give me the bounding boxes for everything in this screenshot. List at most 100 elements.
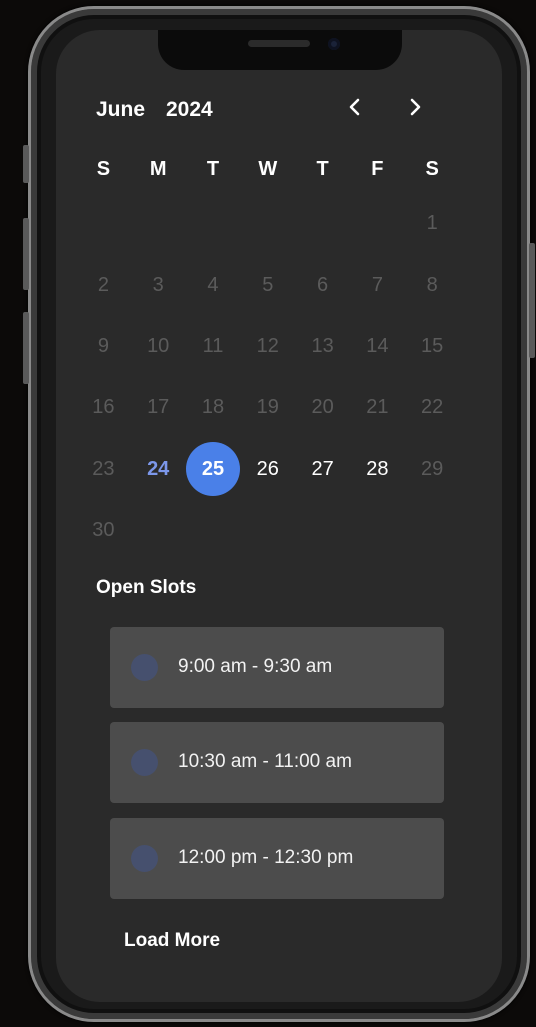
calendar-day: 5 bbox=[240, 254, 295, 315]
calendar-day: 21 bbox=[350, 377, 405, 438]
calendar-day-label: 17 bbox=[147, 396, 170, 419]
chevron-right-icon bbox=[410, 98, 421, 116]
weekday-label: T bbox=[316, 158, 329, 180]
volume-up-button bbox=[23, 218, 29, 290]
calendar-day-label: 23 bbox=[92, 457, 115, 480]
slot-radio-button[interactable] bbox=[131, 654, 158, 681]
calendar-day-label: 14 bbox=[366, 334, 389, 357]
calendar-day-label: 12 bbox=[256, 334, 279, 357]
calendar-day: 18 bbox=[186, 377, 241, 438]
calendar-day: 12 bbox=[240, 316, 295, 377]
calendar-day-label: 20 bbox=[311, 396, 334, 419]
mute-switch bbox=[23, 145, 29, 183]
calendar-day-label: 21 bbox=[366, 396, 389, 419]
calendar-day: 8 bbox=[405, 254, 460, 315]
calendar-day-label: 15 bbox=[421, 334, 444, 357]
calendar-day: 3 bbox=[131, 254, 186, 315]
slot-time-label: 12:00 pm - 12:30 pm bbox=[178, 847, 354, 868]
calendar-day[interactable]: 25 bbox=[185, 439, 241, 500]
slot-radio-button[interactable] bbox=[131, 845, 158, 872]
calendar-day-label: 22 bbox=[421, 396, 444, 419]
calendar-day-label: 25 bbox=[185, 442, 240, 497]
calendar-day-label: 28 bbox=[366, 457, 389, 480]
power-button bbox=[529, 243, 535, 358]
previous-month-button[interactable] bbox=[340, 92, 370, 122]
calendar-day: 14 bbox=[350, 316, 405, 377]
time-slot-option[interactable]: 10:30 am - 11:00 am bbox=[110, 722, 444, 803]
calendar-day-label: 29 bbox=[421, 457, 444, 480]
calendar-day[interactable]: 26 bbox=[240, 439, 295, 500]
calendar-day: 15 bbox=[405, 316, 460, 377]
calendar-day: 29 bbox=[405, 439, 460, 500]
calendar-day-label: 7 bbox=[371, 273, 383, 296]
calendar-day: 7 bbox=[350, 254, 405, 315]
calendar-day-label: 5 bbox=[262, 273, 274, 296]
calendar-day: 1 bbox=[405, 193, 460, 254]
time-slot-option[interactable]: 9:00 am - 9:30 am bbox=[110, 627, 444, 708]
phone-screen: June 2024 S M T W T F S 1 2 3 4 5 6 7 8 9 10 11 12 1… bbox=[56, 30, 502, 1002]
calendar-day-label: 9 bbox=[97, 334, 109, 357]
calendar-day: 4 bbox=[186, 254, 241, 315]
slot-time-label: 10:30 am - 11:00 am bbox=[178, 751, 352, 772]
calendar-day-label: 18 bbox=[201, 396, 225, 419]
calendar-day-label: 27 bbox=[311, 457, 334, 480]
notch bbox=[158, 30, 402, 70]
calendar-day[interactable]: 24 bbox=[131, 439, 186, 500]
calendar-day-label: 8 bbox=[426, 273, 438, 296]
calendar-day: 17 bbox=[131, 377, 186, 438]
calendar-day: 16 bbox=[76, 377, 131, 438]
open-slots-heading: Open Slots bbox=[96, 577, 197, 598]
calendar-day-label: 1 bbox=[426, 212, 438, 235]
calendar-day-label: 30 bbox=[92, 519, 115, 542]
weekday-label: W bbox=[258, 158, 278, 180]
calendar-day-label: 6 bbox=[317, 273, 329, 296]
calendar-day-label: 24 bbox=[147, 457, 170, 480]
calendar-day[interactable]: 28 bbox=[350, 439, 405, 500]
chevron-left-icon bbox=[349, 98, 360, 116]
calendar-empty-cell bbox=[295, 193, 350, 254]
weekday-label: S bbox=[96, 158, 111, 180]
volume-down-button bbox=[23, 312, 29, 384]
calendar-day: 22 bbox=[405, 377, 460, 438]
calendar-day: 9 bbox=[76, 316, 131, 377]
next-month-button[interactable] bbox=[400, 92, 430, 122]
calendar-day-label: 2 bbox=[97, 273, 109, 296]
calendar-day-label: 19 bbox=[256, 396, 279, 419]
calendar-day: 20 bbox=[295, 377, 350, 438]
calendar-day: 23 bbox=[76, 439, 131, 500]
calendar-day: 19 bbox=[240, 377, 295, 438]
calendar-day-label: 13 bbox=[311, 334, 334, 357]
calendar-day-label: 16 bbox=[92, 396, 115, 419]
slot-radio-button[interactable] bbox=[131, 749, 158, 776]
stage: June 2024 S M T W T F S 1 2 3 4 5 6 7 8 9 10 11 12 1… bbox=[0, 0, 536, 1027]
calendar-day-label: 3 bbox=[152, 273, 164, 296]
calendar-empty-cell bbox=[240, 193, 295, 254]
speaker-grille bbox=[248, 40, 310, 47]
weekday-label: F bbox=[371, 158, 384, 180]
calendar-day[interactable]: 27 bbox=[295, 439, 350, 500]
front-camera bbox=[328, 38, 340, 50]
slot-time-label: 9:00 am - 9:30 am bbox=[178, 656, 333, 677]
weekday-label: S bbox=[425, 158, 439, 180]
year-label[interactable]: 2024 bbox=[166, 98, 213, 122]
calendar-day-label: 10 bbox=[147, 334, 170, 357]
calendar-empty-cell bbox=[186, 193, 241, 254]
calendar-days-grid: 1 2 3 4 5 6 7 8 9 10 11 12 13 14 15 16 17 18 19 20 21 22 23 24 2… bbox=[76, 193, 460, 561]
calendar-empty-cell bbox=[131, 193, 186, 254]
calendar-day: 30 bbox=[76, 500, 131, 561]
calendar-day: 6 bbox=[295, 254, 350, 315]
calendar-day: 10 bbox=[131, 316, 186, 377]
calendar-day-label: 26 bbox=[256, 457, 279, 480]
weekday-label: M bbox=[149, 158, 167, 180]
calendar-day: 13 bbox=[295, 316, 350, 377]
month-label[interactable]: June bbox=[96, 98, 145, 122]
calendar-day-label: 4 bbox=[207, 273, 219, 296]
time-slot-option[interactable]: 12:00 pm - 12:30 pm bbox=[110, 818, 444, 899]
load-more-button[interactable]: Load More bbox=[124, 930, 220, 952]
calendar-empty-cell bbox=[76, 193, 131, 254]
weekday-label: T bbox=[206, 158, 220, 180]
calendar-empty-cell bbox=[350, 193, 405, 254]
calendar-day: 11 bbox=[186, 316, 241, 377]
weekday-header-row: S M T W T F S bbox=[76, 156, 460, 182]
calendar-day-label: 11 bbox=[202, 334, 224, 357]
